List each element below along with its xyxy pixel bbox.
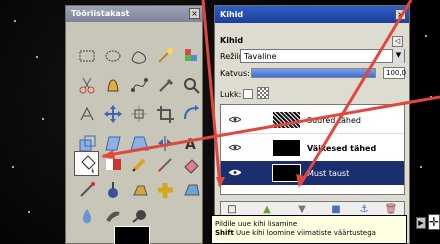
navigate-icon[interactable]: ✛ (428, 214, 440, 230)
layer-thumbnail (272, 111, 301, 129)
tooltip: Pildile uue kihi lisamine Shift Uue kihi… (211, 215, 407, 244)
ink-icon[interactable] (100, 177, 125, 202)
layer-name: Must taust (307, 169, 350, 178)
toolbox-title: Tööriistakast (66, 6, 202, 22)
tooltip-line-1: Pildile uue kihi lisamine (215, 220, 298, 228)
opacity-input[interactable]: 100,0 (383, 67, 406, 79)
measure-icon[interactable] (74, 101, 99, 126)
lock-checkbox[interactable] (243, 89, 253, 99)
foreground-color-swatch[interactable] (114, 226, 150, 244)
pencil-icon[interactable] (126, 151, 151, 176)
visibility-eye-icon[interactable] (229, 169, 241, 176)
tooltip-line-2: Shift Uue kihi loomine viimatiste väärtu… (215, 229, 406, 238)
layer-name: Väikesed tähed (307, 144, 377, 153)
crop-icon[interactable] (152, 101, 177, 126)
layers-heading: Kihid (220, 36, 244, 45)
foreground-select-icon[interactable] (100, 72, 125, 97)
paths-icon[interactable] (126, 72, 151, 97)
ellipse-select-icon[interactable] (100, 43, 125, 68)
row-divider (221, 133, 404, 134)
bucket-fill-icon[interactable] (74, 151, 99, 176)
move-icon[interactable] (100, 101, 125, 126)
chevron-down-icon[interactable]: ▼ (392, 49, 404, 63)
opacity-slider[interactable] (251, 68, 376, 78)
alpha-lock-icon[interactable] (257, 87, 269, 99)
tooltip-line-2-text: Uue kihi loomine viimatiste väärtustega (233, 229, 376, 237)
layer-row-suured[interactable]: Suured tähed (221, 108, 404, 132)
eraser-icon[interactable] (178, 151, 203, 176)
toolbox-close-button[interactable]: × (189, 8, 200, 19)
layers-window: Kihid × Kihid ◁ Režiim: Tavaline ▼ Katvu… (214, 5, 410, 244)
perspective-clone-icon[interactable] (178, 177, 203, 202)
color-picker-icon[interactable] (152, 72, 177, 97)
smudge-icon[interactable] (100, 203, 125, 228)
clone-icon[interactable] (126, 177, 151, 202)
toolbox-window: Tööriistakast × A (65, 5, 203, 244)
zoom-icon[interactable] (178, 72, 203, 97)
select-by-color-icon[interactable] (178, 43, 203, 68)
scroll-right-icon[interactable]: ▶ (416, 217, 426, 229)
shift-key: Shift (215, 229, 234, 237)
layers-title: Kihid (215, 6, 409, 23)
align-icon[interactable] (126, 101, 151, 126)
visibility-eye-icon[interactable] (229, 116, 241, 123)
layers-close-button[interactable]: × (395, 9, 406, 20)
lock-label: Lukk: (220, 90, 242, 99)
layer-row-must[interactable]: Must taust (221, 161, 404, 185)
layer-name: Suured tähed (307, 116, 361, 125)
free-select-icon[interactable] (126, 43, 151, 68)
layers-menu-button[interactable]: ◁ (392, 36, 403, 47)
dodge-burn-icon[interactable] (126, 203, 151, 228)
layer-thumbnail (272, 139, 301, 157)
airbrush-icon[interactable] (74, 177, 99, 202)
mode-value: Tavaline (244, 52, 277, 61)
heal-icon[interactable] (152, 177, 177, 202)
blend-tool-icon[interactable] (100, 151, 125, 176)
opacity-label: Katvus: (220, 69, 250, 78)
scissors-icon[interactable] (74, 72, 99, 97)
blur-icon[interactable] (74, 203, 99, 228)
layer-row-vaikesed[interactable]: Väikesed tähed (221, 136, 404, 160)
paintbrush-icon[interactable] (152, 151, 177, 176)
rect-select-icon[interactable] (74, 43, 99, 68)
mode-dropdown[interactable]: Tavaline ▼ (240, 49, 405, 63)
fuzzy-select-icon[interactable] (152, 43, 177, 68)
layer-thumbnail (272, 164, 301, 182)
layer-list: Suured tähed Väikesed tähed Must taust (220, 104, 405, 195)
opacity-slider-fill (252, 69, 375, 77)
rotate-icon[interactable] (178, 101, 203, 126)
visibility-eye-icon[interactable] (229, 144, 241, 151)
